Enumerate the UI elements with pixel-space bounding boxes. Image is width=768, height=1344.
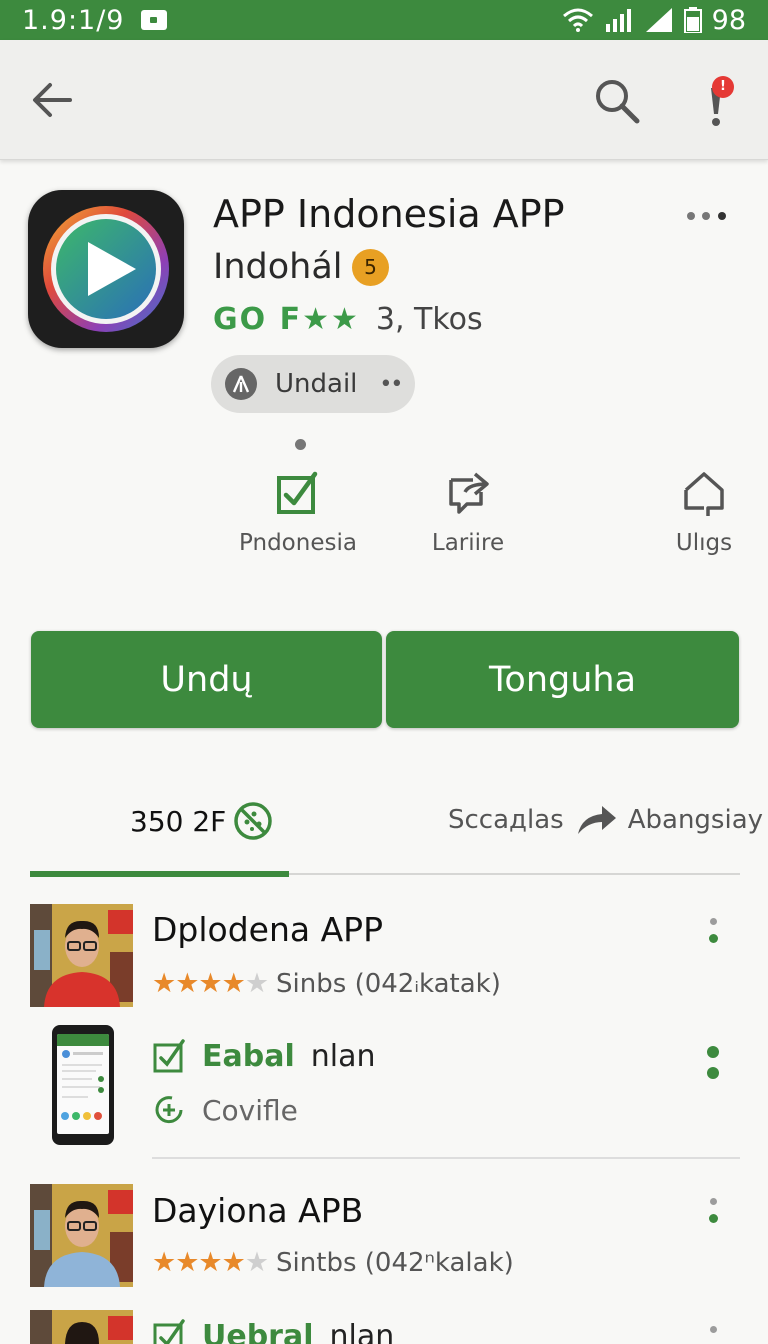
sub-row-file[interactable]: Covifle [152, 1092, 298, 1128]
list-divider [152, 1157, 740, 1159]
item-more-icon[interactable] [705, 1326, 721, 1333]
developer-name[interactable]: Indohál [213, 247, 343, 287]
tab-label: 350 2F [130, 804, 227, 838]
action-label: Pndonesia [239, 530, 357, 556]
sub-row-status[interactable]: Eabal nlan [152, 1038, 376, 1074]
action-uligs[interactable]: Ulıgs [624, 470, 768, 556]
list-item-title[interactable]: Dplodena APP [152, 910, 383, 949]
tab-reviews[interactable]: 350 2F [130, 800, 274, 842]
item-more-icon[interactable] [705, 918, 721, 943]
app-icon [28, 190, 184, 348]
app-details-screen: 1.9:1/9 98 ! APP Indonesia APP Indohál 5… [0, 0, 768, 1344]
install-chip[interactable]: Undail •• [211, 355, 415, 413]
checkbox-icon [277, 471, 318, 514]
list-item-title[interactable]: Dayiona APB [152, 1191, 363, 1230]
rating-text: Sinbs (042ᵢkatak) [276, 968, 501, 999]
video-thumbnail[interactable] [30, 1310, 133, 1344]
action-label: Ulıgs [675, 530, 733, 556]
status-time: 1.9:1/9 [22, 4, 125, 36]
no-virus-icon [234, 802, 273, 840]
checkbox-icon [153, 1319, 185, 1344]
notification-badge: ! [712, 76, 734, 98]
action-lariire[interactable]: Lariire [388, 470, 548, 556]
refresh-add-icon [155, 1096, 183, 1124]
app-screen-preview [57, 1034, 109, 1120]
share-chat-icon [449, 472, 489, 514]
rating-badge: GO F★★ [213, 302, 360, 337]
more-options-icon[interactable] [686, 206, 730, 226]
tent-icon [225, 368, 257, 400]
signal-icon [605, 9, 631, 32]
secondary-button[interactable]: Tonguha [386, 631, 739, 728]
rating-line: GO F★★ 3, Tkos [213, 302, 483, 337]
sub-status-value: nlan [329, 1318, 395, 1344]
tab-label: Sccaдlas [448, 805, 564, 835]
presenter-thumbnail [30, 904, 133, 1007]
play-logo-icon [43, 206, 169, 332]
video-thumbnail[interactable] [30, 904, 133, 1007]
phone-screenshot[interactable] [52, 1025, 114, 1145]
notification-button[interactable]: ! [694, 74, 740, 130]
tab-details[interactable]: Sccaдlas Abangsiay [448, 802, 763, 838]
item-more-icon[interactable] [705, 1198, 721, 1223]
video-thumbnail[interactable] [30, 1184, 133, 1287]
action-pndonesia[interactable]: Pndonesia [218, 470, 378, 556]
wifi-icon [562, 8, 593, 32]
rating-text: Sintbs (042ⁿkalak) [276, 1247, 514, 1278]
app-title: APP Indonesia APP [213, 192, 565, 236]
tab-indicator [30, 871, 289, 877]
search-icon[interactable] [592, 76, 642, 126]
forward-arrow-icon [577, 806, 616, 834]
chip-more-icon: •• [379, 371, 403, 397]
presenter-thumbnail [30, 1184, 133, 1287]
developer-badge: 5 [352, 249, 389, 286]
star-rating: ★★★★★ [152, 1247, 269, 1278]
status-bar: 1.9:1/9 98 [0, 0, 768, 40]
list-item-rating: ★★★★★ Sintbs (042ⁿkalak) [152, 1247, 514, 1278]
tab-label: Abangsiay [627, 805, 764, 835]
battery-icon [683, 7, 702, 33]
checkbox-icon [153, 1039, 185, 1073]
sub-status-label: Eabal [202, 1038, 295, 1074]
page-indicator-dot [295, 439, 306, 450]
list-item-rating: ★★★★★ Sinbs (042ᵢkatak) [152, 968, 501, 999]
home-icon [684, 472, 724, 516]
sub-item-more-icon[interactable] [705, 1046, 721, 1079]
sub-status-label: Uebral [202, 1318, 314, 1344]
sub-row-status[interactable]: Uebral nlan [152, 1318, 394, 1344]
presenter-thumbnail [30, 1310, 133, 1344]
cellular-icon [645, 8, 672, 32]
message-notification-icon [140, 10, 167, 30]
chip-label: Undail [275, 369, 358, 399]
sub-file-label: Covifle [202, 1093, 298, 1127]
primary-button[interactable]: Undų [31, 631, 382, 728]
sub-status-value: nlan [310, 1038, 376, 1074]
action-label: Lariire [431, 530, 505, 556]
star-rating: ★★★★★ [152, 968, 269, 999]
back-arrow-icon[interactable] [28, 76, 76, 124]
download-count: 3, Tkos [375, 302, 483, 337]
app-bar: ! [0, 40, 768, 160]
battery-level: 98 [711, 4, 746, 36]
